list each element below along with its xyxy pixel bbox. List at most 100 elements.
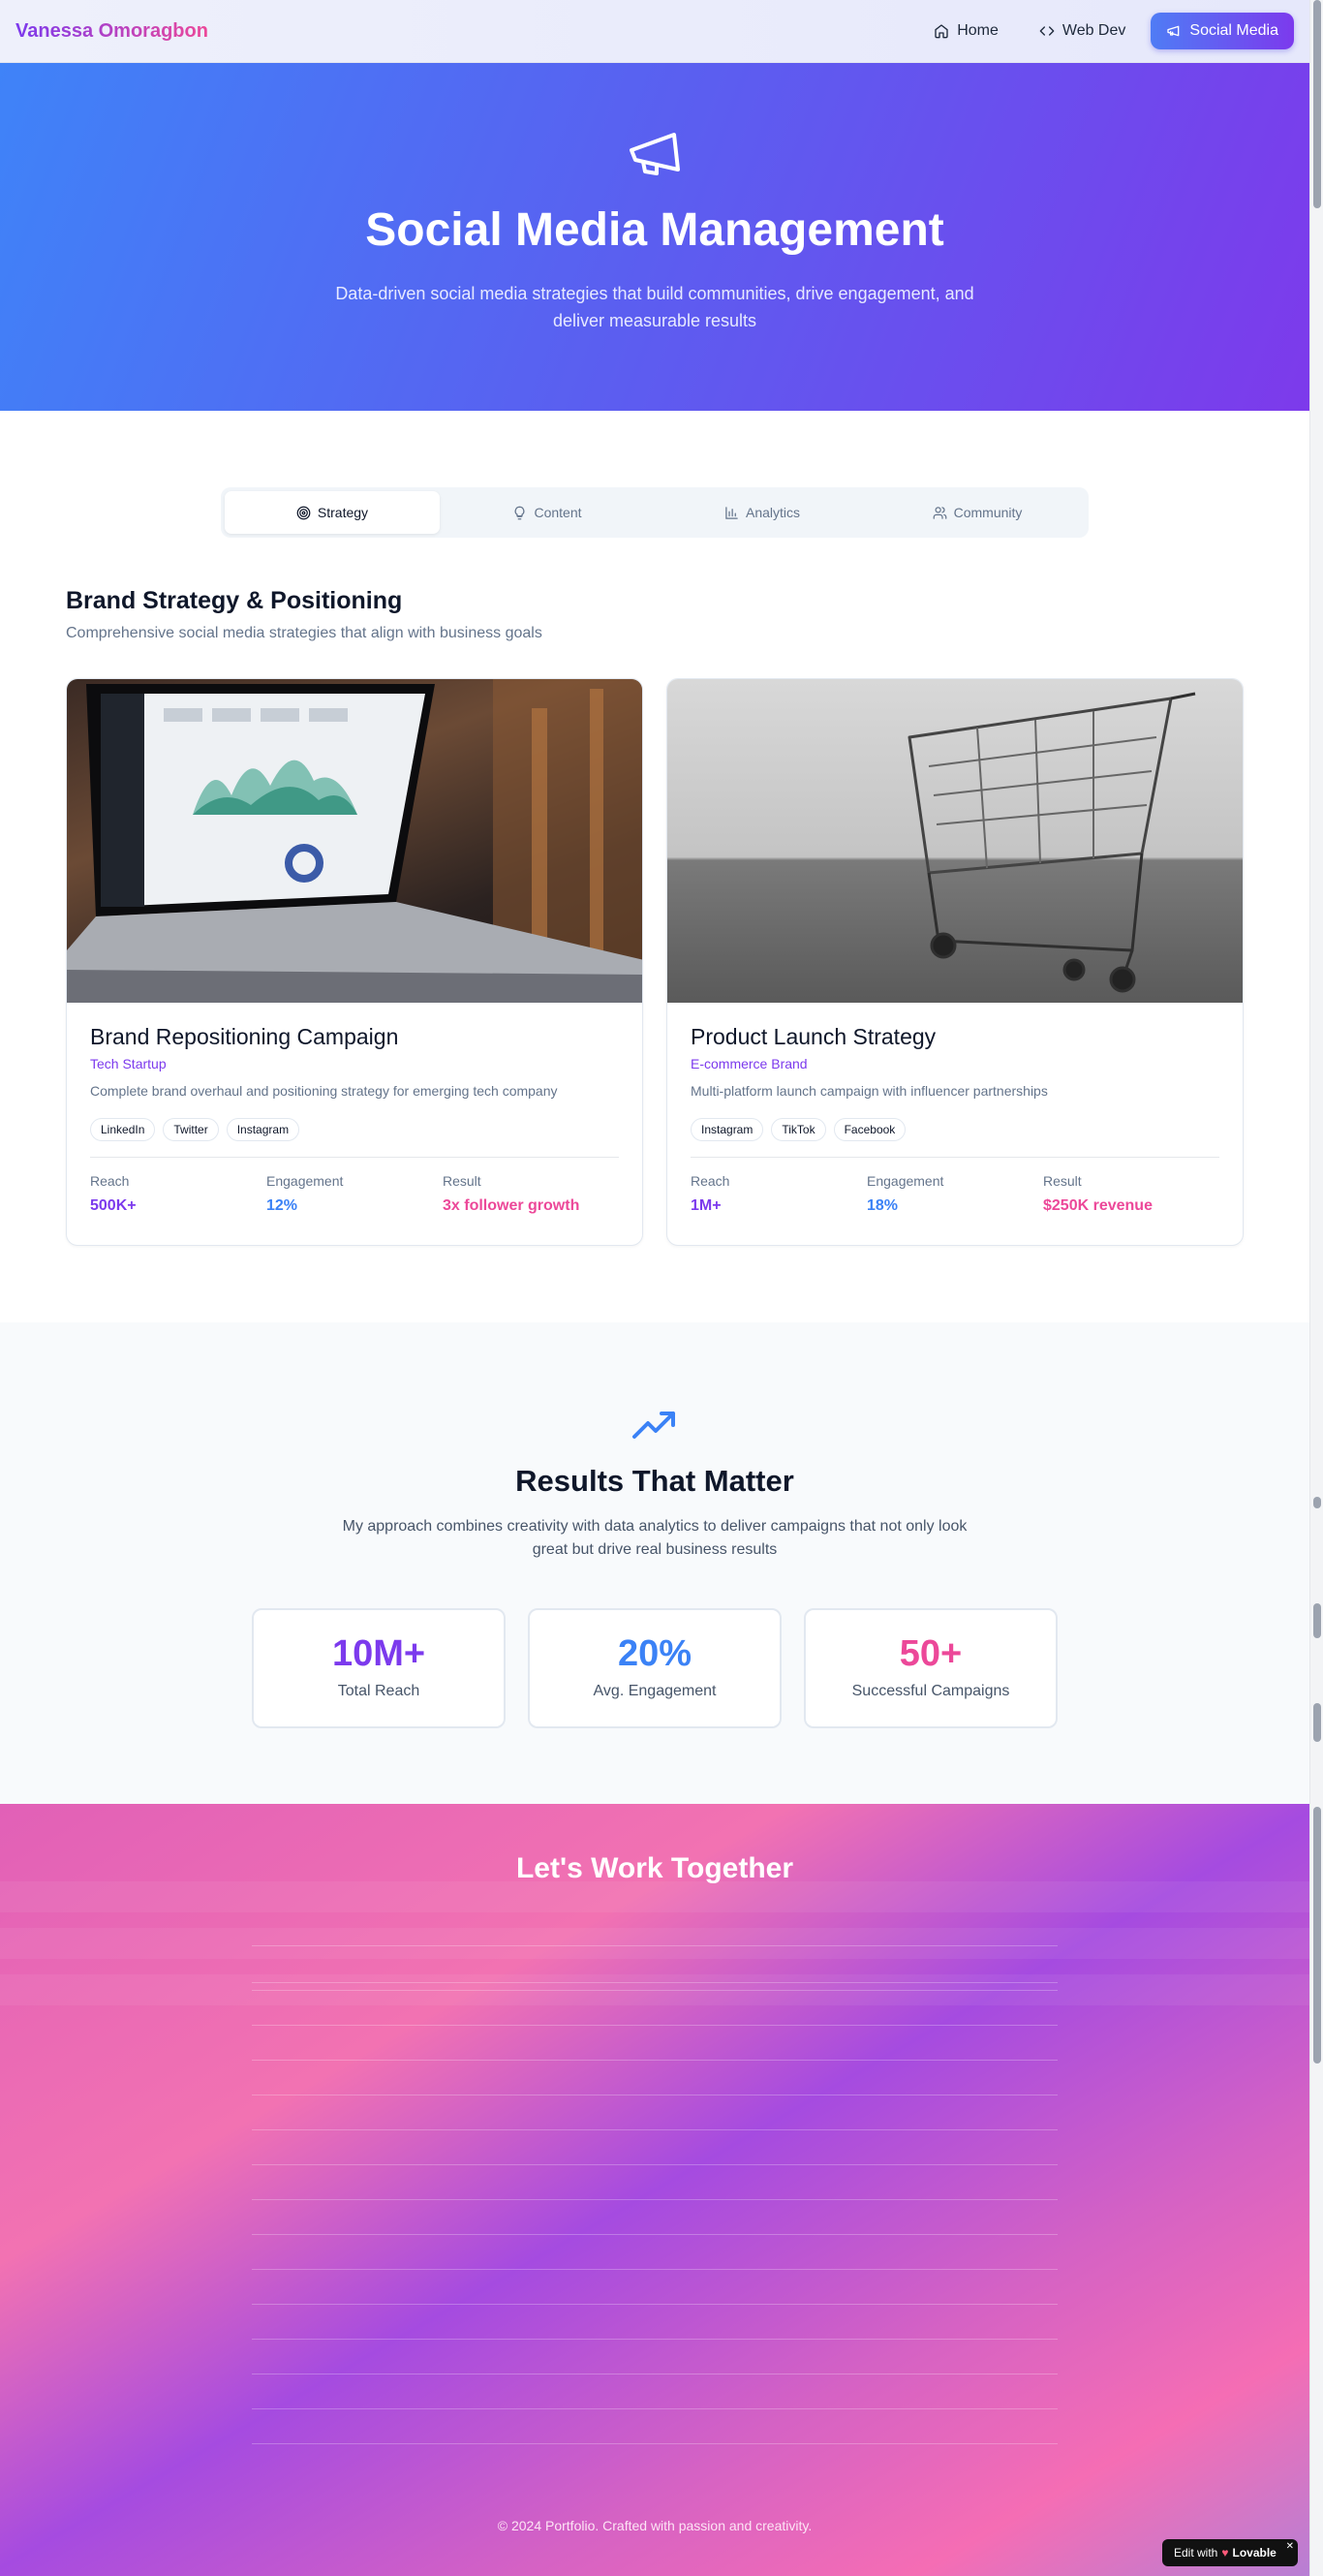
metric-engagement: Engagement 12%: [266, 1173, 443, 1215]
card-client: E-commerce Brand: [691, 1056, 808, 1071]
card-body: Brand Repositioning Campaign Tech Startu…: [67, 1003, 642, 1236]
project-card[interactable]: Brand Repositioning Campaign Tech Startu…: [66, 678, 643, 1246]
target-icon: [296, 506, 311, 519]
metric-result: Result $250K revenue: [1043, 1173, 1219, 1215]
scrollbar-thumb[interactable]: [1313, 1603, 1321, 1638]
card-metrics: Reach 1M+ Engagement 18% Result $250K re…: [691, 1157, 1219, 1215]
tab-label: Analytics: [745, 505, 801, 520]
edit-with-lovable-badge[interactable]: Edit with ♥ Lovable ✕: [1162, 2539, 1298, 2566]
divider: [252, 2199, 1058, 2200]
tab-content[interactable]: Content: [440, 491, 655, 534]
tab-label: Strategy: [317, 505, 369, 520]
platform-chip: LinkedIn: [90, 1118, 156, 1141]
project-image-shopping-cart: [667, 679, 1243, 1003]
tab-label: Community: [953, 505, 1023, 520]
metric-value: 1M+: [691, 1197, 722, 1214]
card-body: Product Launch Strategy E-commerce Brand…: [667, 1003, 1243, 1236]
platform-chip: Instagram: [691, 1118, 764, 1141]
tab-strategy[interactable]: Strategy: [225, 491, 440, 534]
lightbulb-icon: [515, 506, 525, 519]
stat-card: 50+ Successful Campaigns: [804, 1608, 1058, 1728]
divider: [252, 2234, 1058, 2235]
metric-value: 18%: [867, 1197, 899, 1214]
badge-name: Lovable: [1232, 2546, 1277, 2560]
divider: [252, 2025, 1058, 2026]
project-image-laptop-dashboard: [67, 679, 642, 1003]
metric-label: Reach: [691, 1173, 730, 1189]
divider: [252, 1990, 1058, 1991]
service-tabs: Strategy Content Analytics Community: [221, 487, 1089, 538]
results-title: Results That Matter: [515, 1464, 794, 1498]
platform-chips: LinkedIn Twitter Instagram: [90, 1118, 619, 1141]
metric-value: $250K revenue: [1043, 1197, 1153, 1214]
stat-value: 50+: [899, 1633, 963, 1674]
nav-link-label: Web Dev: [1061, 22, 1126, 39]
metric-engagement: Engagement 18%: [867, 1173, 1043, 1215]
project-card[interactable]: Product Launch Strategy E-commerce Brand…: [666, 678, 1244, 1246]
close-icon[interactable]: ✕: [1286, 2541, 1294, 2552]
metric-label: Engagement: [266, 1173, 344, 1189]
divider: [252, 1945, 1058, 1946]
card-title: Brand Repositioning Campaign: [90, 1024, 399, 1049]
scrollbar-thumb[interactable]: [1313, 1703, 1321, 1742]
nav-link-social-media[interactable]: Social Media: [1151, 13, 1294, 49]
divider: [252, 2269, 1058, 2270]
divider: [252, 2304, 1058, 2305]
section-subtitle: Comprehensive social media strategies th…: [66, 625, 542, 641]
nav-link-label: Social Media: [1189, 22, 1278, 39]
divider: [252, 2164, 1058, 2165]
divider: [252, 2443, 1058, 2444]
metric-label: Result: [1043, 1173, 1082, 1189]
users-icon: [933, 506, 946, 519]
scrollbar[interactable]: [1309, 0, 1323, 2576]
platform-chips: Instagram TikTok Facebook: [691, 1118, 1219, 1141]
nav-link-label: Home: [957, 22, 999, 39]
stat-label: Total Reach: [337, 1683, 420, 1699]
card-metrics: Reach 500K+ Engagement 12% Result 3x fol…: [90, 1157, 619, 1215]
bar-chart-icon: [725, 506, 738, 519]
hero-title: Social Media Management: [365, 204, 944, 256]
trending-up-icon: [632, 1412, 675, 1439]
card-client: Tech Startup: [90, 1056, 167, 1071]
code-icon: [1039, 26, 1055, 36]
metric-value: 3x follower growth: [443, 1197, 580, 1214]
tab-community[interactable]: Community: [870, 491, 1085, 534]
metric-reach: Reach 500K+: [90, 1173, 266, 1215]
hero-section: Social Media Management Data-driven soci…: [0, 63, 1309, 411]
stat-label: Successful Campaigns: [851, 1683, 1010, 1699]
nav-link-web-dev[interactable]: Web Dev: [1024, 13, 1142, 49]
platform-chip: Instagram: [226, 1118, 300, 1141]
stat-value: 10M+: [331, 1633, 426, 1674]
tab-label: Content: [534, 505, 582, 520]
results-section: Results That Matter My approach combines…: [0, 1322, 1309, 1804]
card-title: Product Launch Strategy: [691, 1024, 937, 1049]
card-description: Complete brand overhaul and positioning …: [90, 1083, 558, 1099]
stat-card: 20% Avg. Engagement: [528, 1608, 782, 1728]
scrollbar-thumb[interactable]: [1313, 1497, 1321, 1508]
divider: [252, 2129, 1058, 2130]
divider: [252, 2339, 1058, 2340]
metric-label: Engagement: [867, 1173, 944, 1189]
footer-text: © 2024 Portfolio. Crafted with passion a…: [497, 2518, 813, 2533]
hero-subtitle: Data-driven social media strategies that…: [335, 284, 974, 330]
nav-links: Home Web Dev Social Media: [918, 13, 1294, 49]
tab-analytics[interactable]: Analytics: [655, 491, 870, 534]
nav-link-home[interactable]: Home: [918, 13, 1014, 49]
badge-prefix: Edit with: [1174, 2546, 1218, 2560]
brand-logo[interactable]: Vanessa Omoragbon: [15, 20, 208, 43]
decorative-band: [0, 1881, 1309, 1912]
top-nav: Vanessa Omoragbon Home Web Dev Social Me…: [0, 0, 1309, 63]
metric-reach: Reach 1M+: [691, 1173, 867, 1215]
scrollbar-thumb[interactable]: [1313, 1807, 1321, 2064]
stat-label: Avg. Engagement: [593, 1683, 717, 1699]
contact-title: Let's Work Together: [515, 1852, 794, 1884]
results-subtitle: My approach combines creativity with dat…: [342, 1518, 968, 1558]
card-description: Multi-platform launch campaign with infl…: [691, 1083, 1048, 1099]
contact-section: Let's Work Together © 2024 Portfolio. Cr…: [0, 1804, 1309, 2576]
laptop-illustration: [67, 679, 642, 1003]
shopping-cart-illustration: [908, 692, 1196, 993]
platform-chip: Facebook: [833, 1118, 907, 1141]
divider: [252, 2408, 1058, 2409]
heart-icon: ♥: [1221, 2546, 1229, 2560]
scrollbar-thumb[interactable]: [1313, 0, 1321, 208]
